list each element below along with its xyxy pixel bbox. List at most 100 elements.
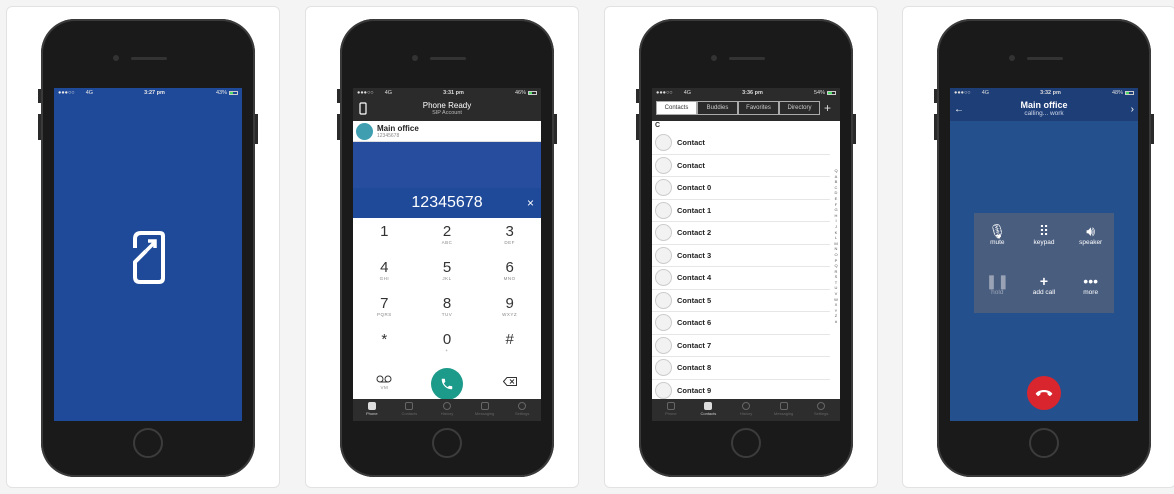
tab-messaging[interactable]: Messaging <box>466 399 504 421</box>
clock-icon <box>741 402 750 410</box>
list-item[interactable]: Contact 0 <box>652 177 830 200</box>
list-item[interactable]: Contact 8 <box>652 357 830 380</box>
backspace-icon <box>502 377 517 386</box>
tab-settings[interactable]: Settings <box>503 399 541 421</box>
key-hash[interactable]: # <box>478 331 541 367</box>
more-button[interactable]: ••• more <box>1067 263 1114 313</box>
segment-buddies[interactable]: Buddies <box>697 101 738 115</box>
home-button[interactable] <box>432 428 462 458</box>
account-name: Main office <box>377 123 419 133</box>
segment-directory[interactable]: Directory <box>779 101 820 115</box>
segment-favorites[interactable]: Favorites <box>738 101 779 115</box>
key-star[interactable]: * <box>353 331 416 367</box>
alphabet-index[interactable]: Q A B C D E F G H I J K L M N O P Q R S T U V W X Y Z # <box>833 168 839 325</box>
key-8[interactable]: 8 TUV <box>416 295 479 331</box>
home-button[interactable] <box>1029 428 1059 458</box>
tab-phone[interactable]: Phone <box>652 399 690 421</box>
person-icon <box>704 402 713 410</box>
tab-messaging[interactable]: Messaging <box>765 399 803 421</box>
list-item[interactable]: Contact 7 <box>652 335 830 357</box>
list-item[interactable]: Contact 6 <box>652 312 830 335</box>
phone-frame: ●●●○○ 4G 3:36 pm 54% Contacts Buddies Fa… <box>636 19 856 477</box>
list-item[interactable]: Contact <box>652 155 830 177</box>
camera <box>113 55 119 61</box>
call-controls: 🎙︎ mute ⠿ keypad 🔊︎ speaker ❚❚ hold + add cal… <box>974 213 1114 313</box>
list-item[interactable]: Contact 1 <box>652 200 830 222</box>
hold-button[interactable]: ❚❚ hold <box>974 263 1021 313</box>
status-bar: ●●●○○ 4G 3:27 pm 43% <box>54 88 242 98</box>
speaker-icon: 🔊︎ <box>1086 223 1096 239</box>
list-item[interactable]: Contact 4 <box>652 267 830 290</box>
avatar <box>655 381 672 399</box>
home-button[interactable] <box>731 428 761 458</box>
dialer-screen: ●●●○○ 4G 3:31 pm 46% Phone Ready SIP Acc… <box>353 88 541 421</box>
tab-phone[interactable]: Phone <box>353 399 391 421</box>
contacts-segmented-control: Contacts Buddies Favorites Directory + <box>656 101 840 115</box>
index-letter[interactable]: # <box>833 319 839 325</box>
clear-icon[interactable]: × <box>527 196 534 210</box>
more-icon: ••• <box>1083 273 1099 289</box>
key-1[interactable]: 1 <box>353 223 416 259</box>
key-2[interactable]: 2 ABC <box>416 223 479 259</box>
key-3[interactable]: 3 DEF <box>478 223 541 259</box>
key-4[interactable]: 4 GHI <box>353 259 416 295</box>
segment-contacts[interactable]: Contacts <box>656 101 697 115</box>
keypad-icon <box>367 402 376 410</box>
speaker-button[interactable]: 🔊︎ speaker <box>1067 213 1114 263</box>
backspace-button[interactable] <box>478 367 541 403</box>
key-7[interactable]: 7 PQRS <box>353 295 416 331</box>
add-call-button[interactable]: + add call <box>1021 263 1068 313</box>
tab-history[interactable]: History <box>727 399 765 421</box>
tab-history[interactable]: History <box>428 399 466 421</box>
avatar <box>655 134 672 152</box>
contact-list: Contact Contact Contact 0 Contact 1 Cont… <box>652 132 840 402</box>
hang-up-icon <box>1035 390 1053 397</box>
earpiece <box>131 57 167 60</box>
microphone-icon: 🎙︎ <box>988 223 1007 239</box>
tab-bar: Phone Contacts History Messaging Setting… <box>652 399 840 421</box>
avatar <box>655 201 672 219</box>
avatar <box>655 246 672 264</box>
list-item[interactable]: Contact 5 <box>652 290 830 312</box>
voicemail-button[interactable]: VM <box>353 367 416 403</box>
signal: ●●●○○ <box>58 90 75 96</box>
gear-icon <box>518 402 527 410</box>
key-5[interactable]: 5 JKL <box>416 259 479 295</box>
plus-icon: + <box>1039 273 1049 289</box>
mute-button[interactable]: 🎙︎ mute <box>974 213 1021 263</box>
tab-settings[interactable]: Settings <box>802 399 840 421</box>
chevron-right-icon[interactable]: › <box>1131 104 1134 115</box>
avatar <box>655 156 672 174</box>
tab-contacts[interactable]: Contacts <box>690 399 728 421</box>
back-arrow-icon[interactable]: ← <box>954 104 964 115</box>
home-button[interactable] <box>133 428 163 458</box>
keypad-button[interactable]: ⠿ keypad <box>1021 213 1068 263</box>
app-logo-icon <box>133 231 165 284</box>
phone-frame: ●●●○○ 4G 3:31 pm 46% Phone Ready SIP Acc… <box>337 19 557 477</box>
card-dialer: ●●●○○ 4G 3:31 pm 46% Phone Ready SIP Acc… <box>305 6 579 488</box>
end-call-button[interactable] <box>1027 376 1061 410</box>
keypad-icon: ⠿ <box>1038 223 1050 239</box>
avatar <box>655 224 672 242</box>
phone-status-title: Phone Ready <box>422 101 472 110</box>
entered-number: 12345678 <box>411 194 483 211</box>
phone-frame: ●●●○○ 4G 3:32 pm 48% ← Main office calli… <box>934 19 1154 477</box>
tab-contacts[interactable]: Contacts <box>391 399 429 421</box>
key-6[interactable]: 6 MNO <box>478 259 541 295</box>
list-item[interactable]: Contact 2 <box>652 222 830 245</box>
call-state: calling... work <box>1024 110 1064 117</box>
chat-icon <box>779 402 788 410</box>
key-9[interactable]: 9 WXYZ <box>478 295 541 331</box>
call-button[interactable] <box>430 368 463 400</box>
avatar <box>655 179 672 197</box>
voicemail-label: VM <box>380 385 389 390</box>
keypad-icon <box>666 402 675 410</box>
keypad: 1 2 ABC 3 DEF 4 GHI 5 JKL 6 MNO 7 PQRS 8 TUV 9W… <box>353 223 541 403</box>
add-contact-icon[interactable]: + <box>824 102 831 114</box>
list-item[interactable]: Contact <box>652 132 830 155</box>
account-selector[interactable]: Main office 12345678 <box>353 121 541 142</box>
status-bar: ●●●○○ 4G 3:32 pm 48% <box>950 88 1138 98</box>
list-item[interactable]: Contact 3 <box>652 245 830 267</box>
status-bar: ●●●○○ 4G 3:36 pm 54% <box>652 88 840 98</box>
key-0[interactable]: 0 + <box>416 331 479 367</box>
